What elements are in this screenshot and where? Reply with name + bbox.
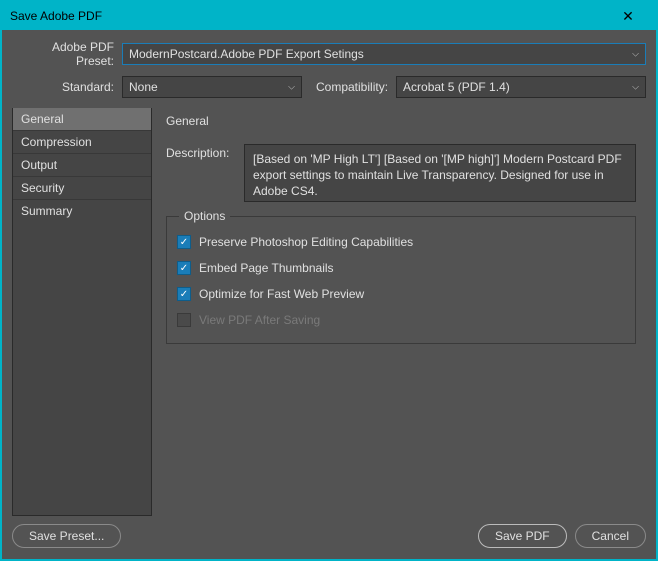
standard-select[interactable]: None ⌵ (122, 76, 302, 98)
description-textarea[interactable]: [Based on 'MP High LT'] [Based on '[MP h… (244, 144, 636, 202)
checkbox-icon[interactable]: ✓ (177, 287, 191, 301)
standard-label: Standard: (12, 80, 122, 94)
preset-row: Adobe PDF Preset: ModernPostcard.Adobe P… (12, 40, 646, 68)
compatibility-select[interactable]: Acrobat 5 (PDF 1.4) ⌵ (396, 76, 646, 98)
option-label: Optimize for Fast Web Preview (199, 287, 364, 301)
titlebar: Save Adobe PDF ✕ (2, 2, 656, 30)
preset-value: ModernPostcard.Adobe PDF Export Setings (129, 47, 364, 61)
compatibility-label: Compatibility: (302, 80, 396, 94)
close-icon[interactable]: ✕ (608, 8, 648, 25)
save-preset-button[interactable]: Save Preset... (12, 524, 121, 548)
option-label: Preserve Photoshop Editing Capabilities (199, 235, 413, 249)
compatibility-value: Acrobat 5 (PDF 1.4) (403, 80, 510, 94)
description-label: Description: (166, 144, 244, 202)
sidebar-item-summary[interactable]: Summary (13, 199, 151, 222)
preset-label: Adobe PDF Preset: (12, 40, 122, 68)
main-area: General Compression Output Security Summ… (12, 108, 646, 516)
options-fieldset: Options ✓ Preserve Photoshop Editing Cap… (166, 216, 636, 344)
chevron-down-icon: ⌵ (288, 82, 295, 93)
sidebar-item-label: Security (21, 181, 64, 195)
preset-select[interactable]: ModernPostcard.Adobe PDF Export Setings … (122, 43, 646, 65)
button-label: Cancel (592, 529, 629, 543)
button-label: Save PDF (495, 529, 550, 543)
window-title: Save Adobe PDF (10, 9, 608, 23)
checkbox-icon (177, 313, 191, 327)
sidebar-item-output[interactable]: Output (13, 153, 151, 176)
sidebar-item-general[interactable]: General (13, 108, 151, 130)
standard-value: None (129, 80, 158, 94)
description-row: Description: [Based on 'MP High LT'] [Ba… (166, 144, 636, 202)
chevron-down-icon: ⌵ (632, 82, 639, 93)
sidebar-item-label: Summary (21, 204, 72, 218)
sidebar-item-label: Compression (21, 135, 92, 149)
checkbox-icon[interactable]: ✓ (177, 261, 191, 275)
footer: Save Preset... Save PDF Cancel (2, 516, 656, 558)
panel-title: General (166, 114, 636, 128)
option-embed-thumbnails[interactable]: ✓ Embed Page Thumbnails (177, 255, 625, 281)
option-view-after-saving: View PDF After Saving (177, 307, 625, 333)
sidebar-item-label: General (21, 112, 64, 126)
option-label: View PDF After Saving (199, 313, 320, 327)
dialog-content: Adobe PDF Preset: ModernPostcard.Adobe P… (2, 30, 656, 516)
option-label: Embed Page Thumbnails (199, 261, 334, 275)
option-preserve-editing[interactable]: ✓ Preserve Photoshop Editing Capabilitie… (177, 229, 625, 255)
standard-compat-row: Standard: None ⌵ Compatibility: Acrobat … (12, 76, 646, 98)
sidebar-item-compression[interactable]: Compression (13, 130, 151, 153)
panel-general: General Description: [Based on 'MP High … (152, 108, 646, 516)
sidebar-item-label: Output (21, 158, 57, 172)
cancel-button[interactable]: Cancel (575, 524, 646, 548)
options-legend: Options (179, 209, 230, 223)
sidebar: General Compression Output Security Summ… (12, 108, 152, 516)
button-label: Save Preset... (29, 529, 104, 543)
checkbox-icon[interactable]: ✓ (177, 235, 191, 249)
option-fast-web-preview[interactable]: ✓ Optimize for Fast Web Preview (177, 281, 625, 307)
sidebar-item-security[interactable]: Security (13, 176, 151, 199)
chevron-down-icon: ⌵ (632, 49, 639, 60)
save-pdf-button[interactable]: Save PDF (478, 524, 567, 548)
